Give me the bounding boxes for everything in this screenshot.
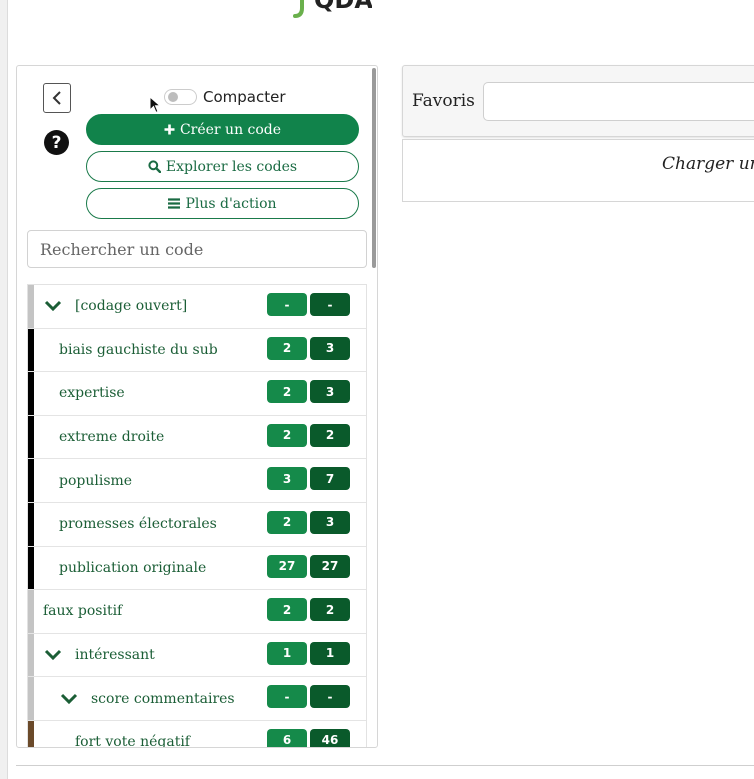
favorites-label: Favoris	[412, 91, 475, 111]
depth-bar	[28, 677, 34, 720]
code-count-badge: 27	[267, 554, 307, 578]
code-total-badge: 3	[310, 510, 350, 534]
code-total-badge: 1	[310, 641, 350, 665]
code-total-badge: 3	[310, 336, 350, 360]
create-code-label: Créer un code	[179, 121, 282, 138]
document-panel: Charger un	[402, 139, 754, 202]
depth-bar	[28, 590, 34, 633]
menu-icon	[168, 198, 181, 209]
code-total-badge: 2	[310, 423, 350, 447]
code-row-faux-positif[interactable]: faux positif 2 2	[28, 590, 366, 634]
create-code-button[interactable]: Créer un code	[86, 114, 359, 145]
code-total-badge: 3	[310, 380, 350, 404]
code-count-badge: 6	[267, 728, 307, 747]
code-label: fort vote négatif	[75, 734, 190, 748]
depth-bar	[28, 502, 34, 546]
compact-toggle-label: Compacter	[203, 88, 286, 106]
code-count-badge: 2	[267, 336, 307, 360]
mouse-cursor-icon	[149, 96, 161, 114]
depth-bar	[28, 372, 34, 415]
load-document-prompt: Charger un	[662, 154, 754, 174]
codes-panel: ? Compacter Créer un code Explorer les c…	[16, 65, 378, 748]
compact-toggle[interactable]	[164, 89, 197, 105]
plus-icon	[164, 124, 175, 135]
code-total-badge: -	[310, 293, 350, 316]
code-count-badge: 2	[267, 423, 307, 447]
code-total-badge: -	[310, 685, 350, 709]
code-label: promesses électorales	[59, 516, 217, 533]
code-label: populisme	[59, 472, 133, 489]
code-row-biais-gauchiste[interactable]: biais gauchiste du sub 2 3	[28, 328, 366, 373]
collapse-panel-button[interactable]	[43, 83, 71, 113]
code-label: faux positif	[43, 603, 123, 620]
depth-bar	[28, 720, 34, 747]
code-count-badge: 2	[267, 510, 307, 534]
depth-bar	[28, 328, 34, 372]
app-logo: QDA	[292, 0, 373, 20]
code-row-extreme-droite[interactable]: extreme droite 2 2	[28, 415, 366, 460]
code-count-badge: -	[267, 293, 307, 316]
code-row-interessant[interactable]: intéressant 1 1	[28, 633, 366, 678]
code-label: intéressant	[75, 647, 155, 664]
more-actions-label: Plus d'action	[185, 195, 277, 212]
code-count-badge: 2	[267, 380, 307, 404]
chevron-down-icon[interactable]	[44, 649, 62, 661]
favorites-input[interactable]	[483, 82, 754, 121]
code-row-publication-originale[interactable]: publication originale 27 27	[28, 546, 366, 591]
code-row-promesses-electorales[interactable]: promesses électorales 2 3	[28, 502, 366, 547]
code-list: [codage ouvert] - - biais gauchiste du s…	[27, 284, 367, 748]
code-row-expertise[interactable]: expertise 2 3	[28, 372, 366, 416]
depth-bar	[28, 546, 34, 590]
code-label: extreme droite	[59, 429, 165, 446]
code-count-badge: 2	[267, 598, 307, 622]
code-count-badge: 3	[267, 467, 307, 491]
code-count-badge: -	[267, 685, 307, 709]
toggle-knob	[168, 92, 178, 102]
help-icon[interactable]: ?	[44, 130, 69, 155]
logo-text: QDA	[314, 0, 372, 14]
depth-bar	[28, 415, 34, 459]
code-search-input[interactable]	[27, 230, 367, 268]
code-row-score-commentaires[interactable]: score commentaires - -	[28, 677, 366, 721]
explore-codes-button[interactable]: Explorer les codes	[86, 151, 359, 182]
code-row-populisme[interactable]: populisme 3 7	[28, 459, 366, 503]
depth-bar	[28, 285, 34, 328]
more-actions-button[interactable]: Plus d'action	[86, 188, 359, 219]
footer-divider	[16, 765, 754, 766]
depth-bar	[28, 459, 34, 502]
code-label: biais gauchiste du sub	[59, 341, 218, 358]
depth-bar	[28, 633, 34, 677]
code-total-badge: 27	[310, 554, 350, 578]
compact-toggle-row: Compacter	[164, 86, 286, 108]
code-row-codage-ouvert[interactable]: [codage ouvert] - -	[28, 285, 366, 329]
panel-scrollbar[interactable]	[372, 68, 376, 268]
code-row-fort-vote-negatif[interactable]: fort vote négatif 6 46	[28, 720, 366, 748]
chevron-down-icon[interactable]	[60, 693, 78, 705]
code-total-badge: 2	[310, 598, 350, 622]
code-label: expertise	[59, 385, 125, 402]
code-total-badge: 46	[310, 728, 350, 747]
code-label: score commentaires	[91, 690, 235, 707]
favorites-bar: Favoris	[402, 65, 754, 137]
chevron-down-icon[interactable]	[44, 300, 62, 312]
chevron-left-icon	[52, 91, 61, 105]
code-count-badge: 1	[267, 641, 307, 665]
code-label: publication originale	[59, 559, 207, 576]
code-label: [codage ouvert]	[75, 298, 188, 315]
code-total-badge: 7	[310, 467, 350, 491]
explore-codes-label: Explorer les codes	[165, 158, 298, 175]
search-icon	[148, 160, 161, 173]
window-edge	[0, 0, 8, 779]
